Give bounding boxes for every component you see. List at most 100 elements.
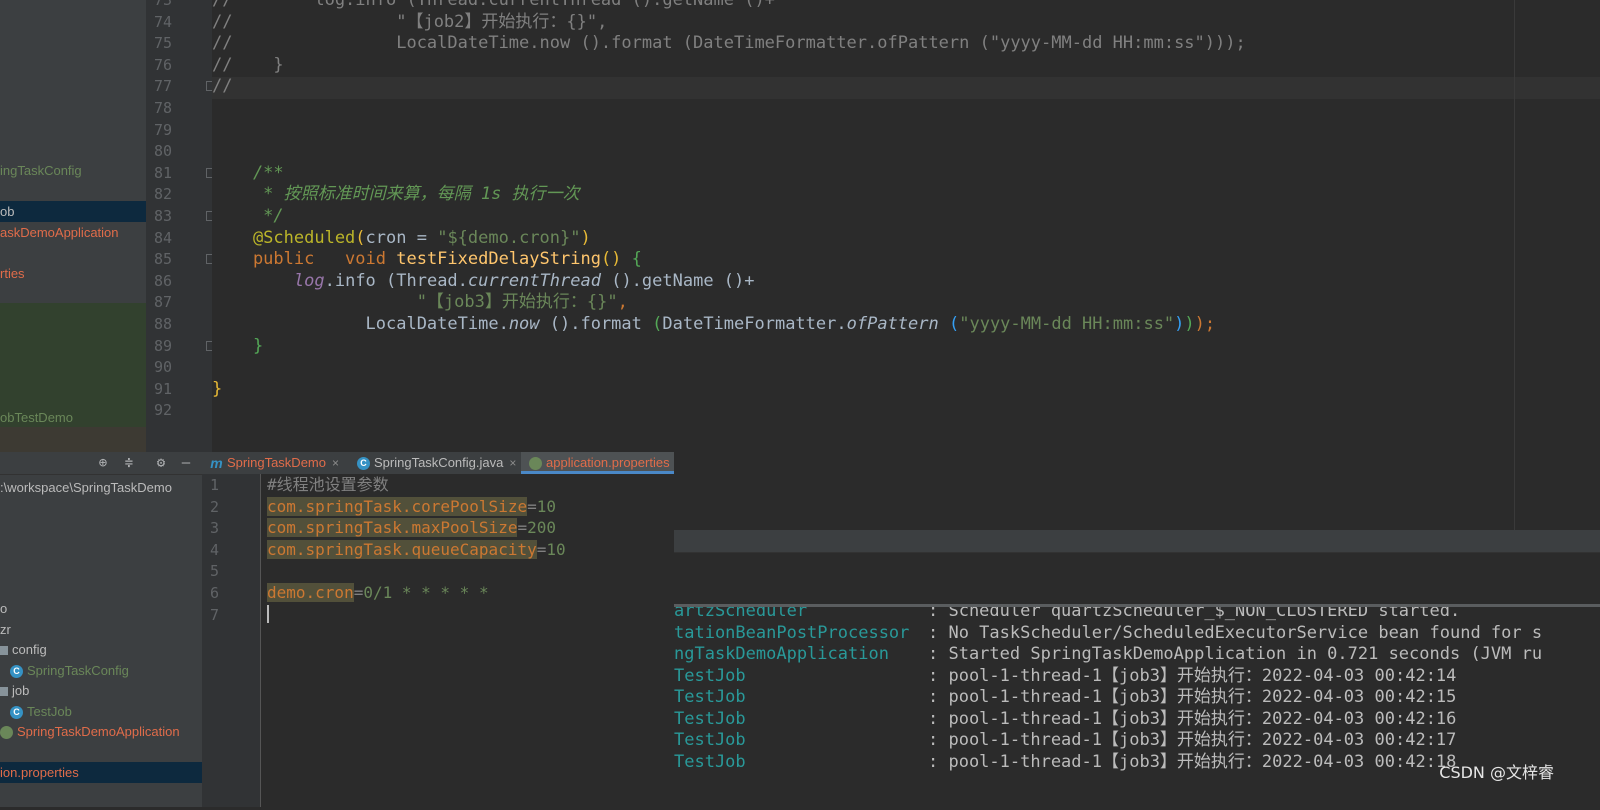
code-token: } xyxy=(212,378,223,399)
code-token: cron = xyxy=(365,227,438,248)
line-number: 90 xyxy=(153,358,172,377)
property-token: demo.cron xyxy=(267,583,354,602)
project-tree-item[interactable]: rties xyxy=(0,263,146,284)
code-token: // log.info (Thread.currentThread ().get… xyxy=(212,0,775,10)
property-token: 200 xyxy=(527,518,556,538)
close-icon[interactable]: × xyxy=(509,456,516,470)
console-source[interactable]: TestJob xyxy=(674,666,746,687)
project-tree-label: TestJob xyxy=(27,704,72,719)
class-icon: C xyxy=(357,457,370,471)
properties-editor[interactable]: #线程池设置参数 com.springTask.corePoolSize=10 co… xyxy=(261,474,674,807)
console-source[interactable]: TestJob xyxy=(674,687,746,708)
project-tree-item[interactable]: zr xyxy=(0,619,11,640)
code-line: // } xyxy=(212,54,284,76)
console-line: TestJob : pool-1-thread-1【job3】开始执行：2022-… xyxy=(674,687,1600,708)
close-icon[interactable]: × xyxy=(332,456,339,470)
editor-tab-label: SpringTaskConfig.java xyxy=(374,455,504,470)
line-number: 78 xyxy=(153,99,172,117)
line-number: 1 xyxy=(210,476,220,494)
editor-tab[interactable]: application.properties xyxy=(521,452,674,474)
code-token: LocalDateTime. xyxy=(212,314,509,334)
project-tree-label: o xyxy=(0,601,8,616)
project-path: :\workspace\SpringTaskDemo xyxy=(0,480,172,495)
code-token: "【job3】开始执行：{}" xyxy=(212,292,618,313)
project-tree-item[interactable]: askDemoApplication xyxy=(0,222,146,243)
code-token: ) xyxy=(1184,314,1195,334)
line-number: 82 xyxy=(153,185,172,204)
line-number: 83 xyxy=(153,207,172,225)
code-line: "【job3】开始执行：{}", xyxy=(212,291,628,313)
line-number: 77 xyxy=(153,77,172,96)
code-token: // LocalDateTime.now ().format (DateTime… xyxy=(212,33,1246,54)
code-token: ) xyxy=(580,227,591,248)
gear-icon[interactable]: ⚙ xyxy=(152,454,170,472)
code-line: } xyxy=(212,335,263,357)
code-token: ( xyxy=(355,227,366,248)
project-tree-label: SpringTaskDemoApplication xyxy=(17,724,180,739)
console-message: : pool-1-thread-1【job3】开始执行：2022-04-03 0… xyxy=(928,687,1457,707)
code-line: // LocalDateTime.now ().format (DateTime… xyxy=(212,32,1246,54)
console-source[interactable]: TestJob xyxy=(674,752,746,773)
project-tree-item[interactable]: C TestJob xyxy=(10,701,72,722)
console-source[interactable]: TestJob xyxy=(674,709,746,730)
code-token: * 按照标准时间来算，每隔 1s 执行一次 xyxy=(212,184,580,205)
console-source[interactable]: TestJob xyxy=(674,730,746,751)
editor-tab[interactable]: m SpringTaskDemo × xyxy=(202,452,347,474)
code-token: testFixedDelayString xyxy=(396,249,601,270)
project-tree-item[interactable]: ingTaskConfig xyxy=(0,160,146,181)
changed-files-band xyxy=(0,427,146,452)
main-editor-gutter: 73 74 75 76 77 78 79 80 81 82 83 84 85 86 87 88 89 90 91 92 xyxy=(146,0,215,452)
editor-tab[interactable]: C SpringTaskConfig.java × xyxy=(349,452,524,474)
console-source[interactable]: ngTaskDemoApplication xyxy=(674,644,889,665)
project-tree-item[interactable]: ob xyxy=(0,201,146,222)
line-number: 2 xyxy=(210,497,220,516)
project-tree-top: ingTaskConfig ob askDemoApplication rties ob… xyxy=(0,0,146,452)
code-line: LocalDateTime.now ().format (DateTimeFor… xyxy=(212,313,1216,335)
editor-tab-bar: m SpringTaskDemo × C SpringTaskConfig.java × a… xyxy=(202,452,674,475)
project-tree-item[interactable]: o xyxy=(0,598,7,619)
class-icon: C xyxy=(10,706,23,720)
code-token: */ xyxy=(212,206,284,226)
line-number: 6 xyxy=(210,584,220,602)
code-token: // } xyxy=(212,54,284,75)
module-icon: m xyxy=(210,455,223,472)
code-line: @Scheduled(cron = "${demo.cron}") xyxy=(212,227,591,249)
console-line: artzScheduler: Scheduler quartzScheduler… xyxy=(674,607,1600,622)
project-tree-item[interactable]: config xyxy=(0,639,47,660)
console-source[interactable]: artzScheduler xyxy=(674,607,807,622)
project-tree-item[interactable]: SpringTaskDemoApplication xyxy=(0,721,180,742)
property-token: = xyxy=(536,539,547,559)
code-token: now xyxy=(508,314,540,334)
console-message: : pool-1-thread-1【job3】开始执行：2022-04-03 0… xyxy=(928,665,1457,686)
code-line: * 按照标准时间来算，每隔 1s 执行一次 xyxy=(212,183,580,205)
project-tree-item[interactable]: ion.properties xyxy=(0,762,202,783)
current-line-highlight xyxy=(212,77,1600,99)
line-number: 75 xyxy=(153,34,172,53)
folder-icon xyxy=(0,687,8,697)
code-line: } xyxy=(212,378,222,400)
project-tree-label: job xyxy=(12,683,30,698)
project-tree-item[interactable]: obTestDemo xyxy=(0,407,146,428)
project-tree-label: config xyxy=(12,642,47,657)
code-token: () xyxy=(600,249,632,270)
collapse-all-icon[interactable]: ≑ xyxy=(120,454,138,472)
code-token: ); xyxy=(1194,314,1216,334)
project-tree-item[interactable]: C SpringTaskConfig xyxy=(10,660,129,681)
line-number: 4 xyxy=(210,540,220,559)
console-message: : No TaskScheduler/ScheduledExecutorServ… xyxy=(928,622,1543,643)
property-line: com.springTask.corePoolSize=10 xyxy=(267,496,556,518)
text-cursor xyxy=(267,605,269,623)
project-panel: :\workspace\SpringTaskDemo o zr config C Spr… xyxy=(0,452,202,807)
property-token: #线程池设置参数 xyxy=(267,475,389,494)
minimize-icon[interactable]: — xyxy=(177,454,195,472)
console-message: : pool-1-thread-1【job3】开始执行：2022-04-03 0… xyxy=(928,730,1457,750)
project-tree-item[interactable]: job xyxy=(0,680,29,701)
property-line: com.springTask.queueCapacity=10 xyxy=(267,539,566,561)
console-message: : pool-1-thread-1【job3】开始执行：2022-04-03 0… xyxy=(928,751,1457,772)
console-source[interactable]: tationBeanPostProcessor xyxy=(674,623,909,644)
locate-icon[interactable]: ⊕ xyxy=(94,454,112,472)
code-token: } xyxy=(212,335,264,356)
line-number: 7 xyxy=(210,605,220,624)
console-line: ngTaskDemoApplication: Started SpringTas… xyxy=(674,644,1600,665)
